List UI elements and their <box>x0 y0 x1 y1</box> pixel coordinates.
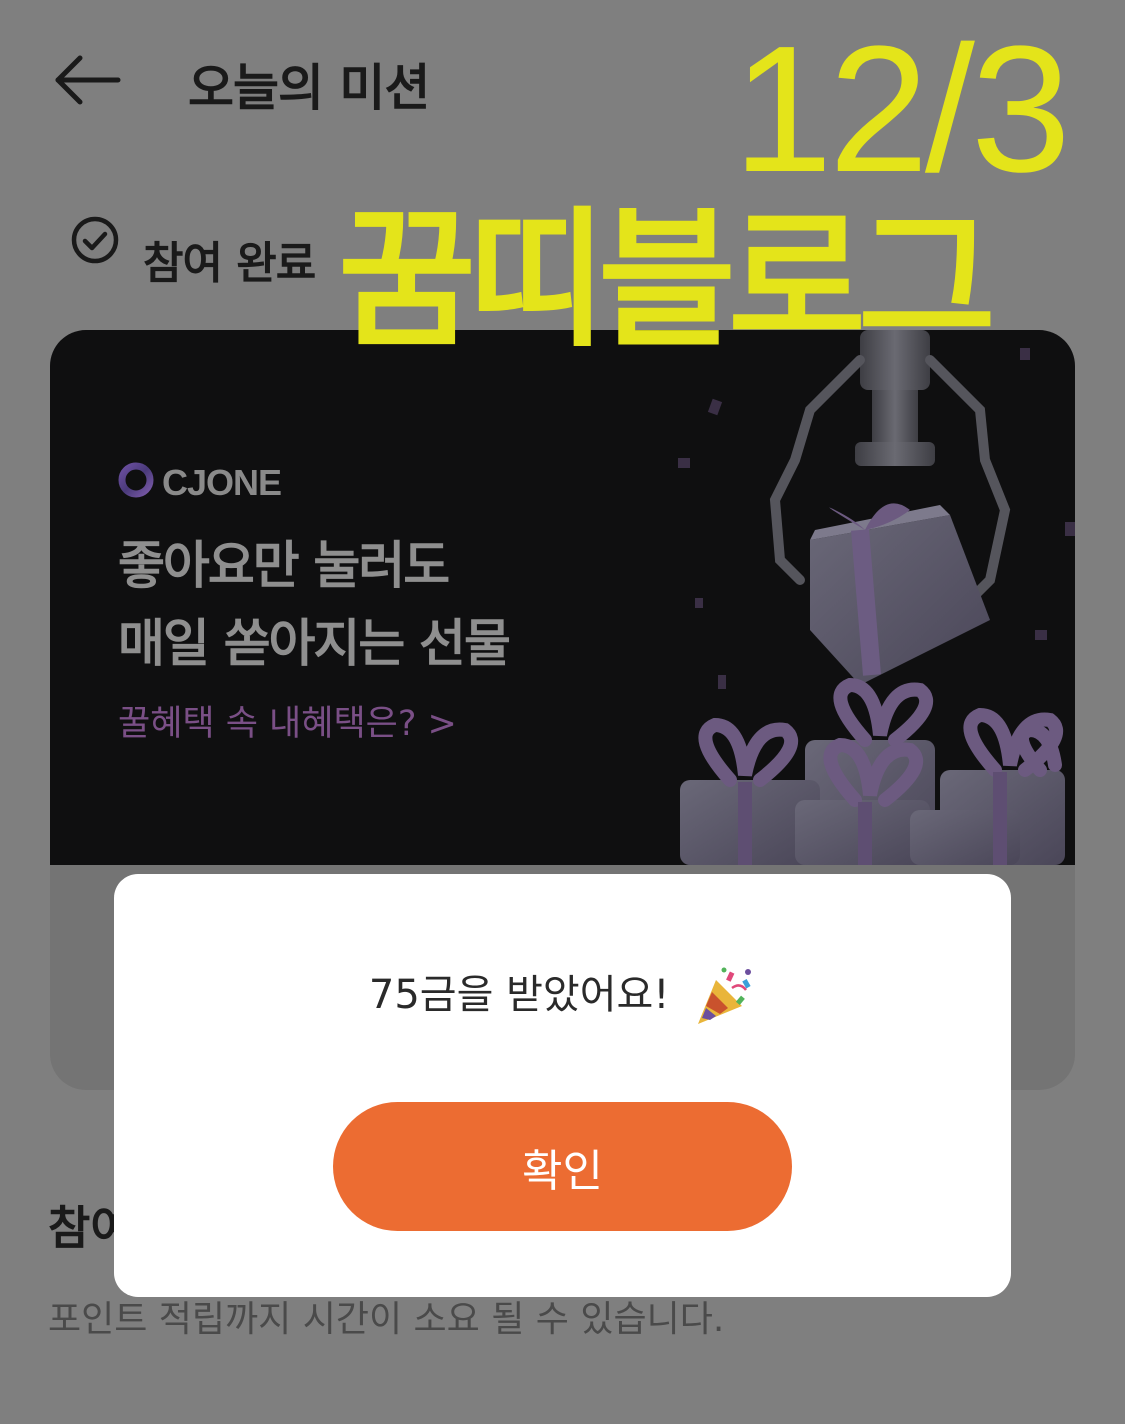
reward-modal: 75금을 받았어요! 확인 <box>114 874 1011 1297</box>
watermark-brand: 꿈띠블로그 <box>338 194 996 368</box>
status-label: 참여 완료 <box>143 238 316 289</box>
banner-title-line-1: 좋아요만 눌러도 <box>118 537 450 596</box>
reward-message: 75금을 받았어요! <box>114 962 1011 1028</box>
banner-link[interactable]: 꿀혜택 속 내혜택은? > <box>118 695 457 746</box>
watermark-date: 12/3 <box>732 9 1071 210</box>
arrow-left-icon <box>55 55 121 105</box>
cjone-ring-icon <box>118 462 154 498</box>
cjone-logo-text: CJONE <box>162 462 282 503</box>
page-title: 오늘의 미션 <box>188 59 430 117</box>
confirm-button[interactable]: 확인 <box>333 1102 792 1231</box>
back-button[interactable] <box>52 50 122 110</box>
reward-message-text: 75금을 받았어요! <box>368 972 670 1018</box>
check-circle-icon <box>71 216 119 264</box>
points-notice: 포인트 적립까지 시간이 소요 될 수 있습니다. <box>48 1299 725 1340</box>
banner-title: 좋아요만 눌러도 매일 쏟아지는 선물 <box>118 528 638 684</box>
party-popper-icon <box>698 967 752 1024</box>
cjone-banner[interactable]: CJONE 좋아요만 눌러도 매일 쏟아지는 선물 꿀혜택 속 내혜택은? > <box>50 330 1075 865</box>
banner-title-line-2: 매일 쏟아지는 선물 <box>118 615 511 674</box>
claw-gift-illustration <box>678 330 1075 865</box>
